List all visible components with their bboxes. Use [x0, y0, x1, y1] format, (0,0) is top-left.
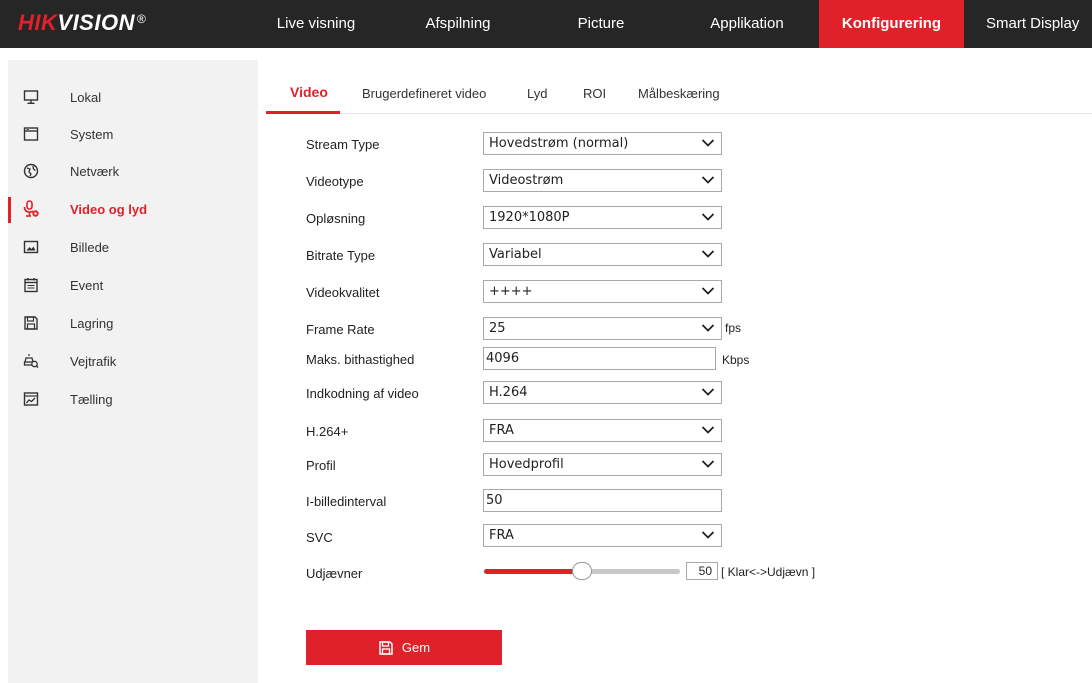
svc-label: SVC [306, 530, 333, 545]
window-icon [22, 125, 40, 143]
frame-rate-select[interactable]: 25 [483, 317, 722, 340]
smoothing-slider-handle[interactable] [572, 562, 592, 580]
video-type-select[interactable]: Videostrøm [483, 169, 722, 192]
nav-live-view[interactable]: Live visning [262, 0, 370, 48]
chevron-down-icon [701, 287, 715, 295]
chevron-down-icon [701, 531, 715, 539]
tab-custom-video[interactable]: Brugerdefineret video [362, 86, 486, 101]
video-type-label: Videotype [306, 174, 364, 189]
bitrate-type-select[interactable]: Variabel [483, 243, 722, 266]
frame-rate-label: Frame Rate [306, 322, 375, 337]
top-navigation-bar: HIKVISION ® Live visning Afspilning Pictu… [0, 0, 1092, 48]
active-tab-indicator [266, 111, 340, 114]
sidebar-item-counting[interactable]: Tælling [8, 384, 258, 414]
smoothing-label: Udjævner [306, 566, 363, 581]
profile-select[interactable]: Hovedprofil [483, 453, 722, 476]
calendar-icon [22, 276, 40, 294]
profile-label: Profil [306, 458, 336, 473]
sidebar-item-system[interactable]: System [8, 119, 258, 149]
video-encoding-label: Indkodning af video [306, 386, 419, 401]
video-quality-select[interactable]: ++++ [483, 280, 722, 303]
chevron-down-icon [701, 460, 715, 468]
smoothing-slider-fill [484, 569, 582, 574]
sidebar-item-local[interactable]: Lokal [8, 82, 258, 112]
save-icon [22, 314, 40, 332]
h264plus-label: H.264+ [306, 424, 349, 439]
tab-video[interactable]: Video [290, 84, 328, 100]
car-search-icon [22, 352, 40, 370]
sidebar-item-image[interactable]: Billede [8, 232, 258, 262]
nav-configuration[interactable]: Konfigurering [819, 0, 964, 48]
resolution-label: Opløsning [306, 211, 366, 226]
video-quality-label: Videokvalitet [306, 285, 380, 300]
frame-rate-unit: fps [725, 321, 742, 335]
nav-picture[interactable]: Picture [545, 0, 657, 48]
sidebar-item-road-traffic[interactable]: Vejtrafik [8, 346, 258, 376]
max-bitrate-input[interactable]: 4096 [483, 347, 716, 370]
globe-icon [22, 162, 40, 180]
svc-select[interactable]: FRA [483, 524, 722, 547]
save-icon [378, 640, 394, 656]
smoothing-value-input[interactable]: 50 [686, 562, 718, 580]
image-icon [22, 238, 40, 256]
mic-icon [22, 200, 40, 218]
chevron-down-icon [701, 324, 715, 332]
tab-audio[interactable]: Lyd [527, 86, 547, 101]
chevron-down-icon [701, 250, 715, 258]
max-bitrate-unit: Kbps [722, 353, 750, 367]
sidebar: Lokal System Netværk Video og lyd Billed… [8, 60, 258, 683]
resolution-select[interactable]: 1920*1080P [483, 206, 722, 229]
chart-icon [22, 390, 40, 408]
stream-type-label: Stream Type [306, 137, 380, 152]
monitor-icon [22, 88, 40, 106]
sidebar-item-storage[interactable]: Lagring [8, 308, 258, 338]
bitrate-type-label: Bitrate Type [306, 248, 376, 263]
video-encoding-select[interactable]: H.264 [483, 381, 722, 404]
sidebar-item-network[interactable]: Netværk [8, 156, 258, 186]
h264plus-select[interactable]: FRA [483, 419, 722, 442]
chevron-down-icon [701, 388, 715, 396]
nav-smart-display[interactable]: Smart Display [972, 0, 1092, 48]
chevron-down-icon [701, 213, 715, 221]
sidebar-item-event[interactable]: Event [8, 270, 258, 300]
sidebar-item-video-audio[interactable]: Video og lyd [8, 194, 258, 224]
chevron-down-icon [701, 176, 715, 184]
max-bitrate-label: Maks. bithastighed [306, 352, 415, 367]
hikvision-logo: HIKVISION ® [18, 10, 147, 35]
tab-divider [268, 113, 1092, 114]
chevron-down-icon [701, 139, 715, 147]
nav-application[interactable]: Applikation [688, 0, 806, 48]
tab-target-cropping[interactable]: Målbeskæring [638, 86, 720, 101]
nav-playback[interactable]: Afspilning [402, 0, 514, 48]
i-frame-interval-input[interactable]: 50 [483, 489, 722, 512]
stream-type-select[interactable]: Hovedstrøm (normal) [483, 132, 722, 155]
save-button[interactable]: Gem [306, 630, 502, 665]
smoothing-hint: [ Klar<->Udjævn ] [721, 565, 816, 579]
chevron-down-icon [701, 426, 715, 434]
tab-roi[interactable]: ROI [583, 86, 606, 101]
i-frame-interval-label: I-billedinterval [306, 494, 387, 509]
